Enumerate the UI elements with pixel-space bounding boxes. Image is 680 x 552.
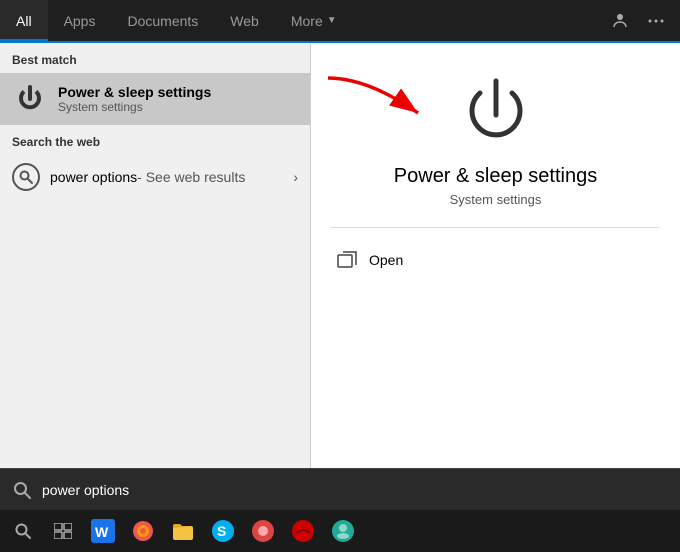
search-bar [0, 468, 680, 510]
search-web-icon [12, 163, 40, 191]
account-icon-button[interactable] [604, 5, 636, 37]
taskbar-app1-button[interactable] [284, 512, 322, 550]
explorer-icon [171, 519, 195, 543]
open-icon [337, 251, 357, 269]
search-input[interactable] [42, 482, 668, 498]
taskview-icon [54, 523, 72, 539]
account-icon [611, 12, 629, 30]
nav-item-documents[interactable]: Documents [111, 0, 214, 41]
right-divider [331, 227, 660, 228]
nav-icons [604, 0, 680, 41]
open-label: Open [369, 252, 403, 268]
result-text: Power & sleep settings System settings [58, 84, 298, 114]
right-app-title: Power & sleep settings [394, 165, 597, 188]
nav-item-all[interactable]: All [0, 0, 48, 41]
web-query-suffix: - See web results [137, 169, 245, 185]
power-svg-icon [16, 85, 44, 113]
power-icon [12, 81, 48, 117]
nav-item-apps[interactable]: Apps [48, 0, 112, 41]
nav-label-web: Web [230, 13, 259, 29]
taskbar-firefox-button[interactable] [124, 512, 162, 550]
nav-label-documents: Documents [127, 13, 198, 29]
search-icon [18, 169, 34, 185]
taskbar-explorer-button[interactable] [164, 512, 202, 550]
open-action-item[interactable]: Open [331, 240, 660, 280]
top-nav: All Apps Documents Web More ▼ [0, 0, 680, 43]
mail-icon [251, 519, 275, 543]
right-power-svg-icon [456, 73, 536, 153]
taskbar-search-button[interactable] [4, 512, 42, 550]
nav-label-all: All [16, 13, 32, 29]
right-app-subtitle: System settings [450, 192, 542, 207]
main-content: Best match Power & sleep settings System… [0, 43, 680, 468]
right-panel: Power & sleep settings System settings O… [311, 43, 680, 468]
best-match-label: Best match [0, 43, 310, 73]
nav-item-web[interactable]: Web [214, 0, 275, 41]
taskbar: W S [0, 510, 680, 552]
nav-label-apps: Apps [64, 13, 96, 29]
taskbar-word-button[interactable]: W [84, 512, 122, 550]
app2-icon [331, 519, 355, 543]
app1-icon [291, 519, 315, 543]
taskbar-app2-button[interactable] [324, 512, 362, 550]
more-options-icon [647, 12, 665, 30]
searchbar-search-icon [12, 480, 32, 500]
taskbar-mail-button[interactable] [244, 512, 282, 550]
web-section-label: Search the web [0, 125, 310, 155]
nav-item-more[interactable]: More ▼ [275, 0, 353, 41]
right-power-icon [456, 73, 536, 153]
taskbar-skype-button[interactable]: S [204, 512, 242, 550]
taskbar-search-icon [14, 522, 32, 540]
web-result-chevron-icon: › [293, 169, 298, 185]
best-match-result[interactable]: Power & sleep settings System settings [0, 73, 310, 125]
svg-text:S: S [217, 523, 226, 539]
open-action-icon [335, 248, 359, 272]
svg-text:W: W [95, 524, 109, 540]
web-query-text: power options [50, 169, 137, 185]
more-options-icon-button[interactable] [640, 5, 672, 37]
result-title: Power & sleep settings [58, 84, 298, 100]
firefox-icon [131, 519, 155, 543]
result-subtitle: System settings [58, 100, 298, 114]
chevron-down-icon: ▼ [327, 15, 337, 26]
web-result-item[interactable]: power options - See web results › [0, 155, 310, 199]
skype-icon: S [211, 519, 235, 543]
left-panel: Best match Power & sleep settings System… [0, 43, 310, 468]
taskbar-taskview-button[interactable] [44, 512, 82, 550]
word-icon: W [91, 519, 115, 543]
red-arrow [318, 68, 448, 138]
nav-label-more: More [291, 13, 323, 29]
